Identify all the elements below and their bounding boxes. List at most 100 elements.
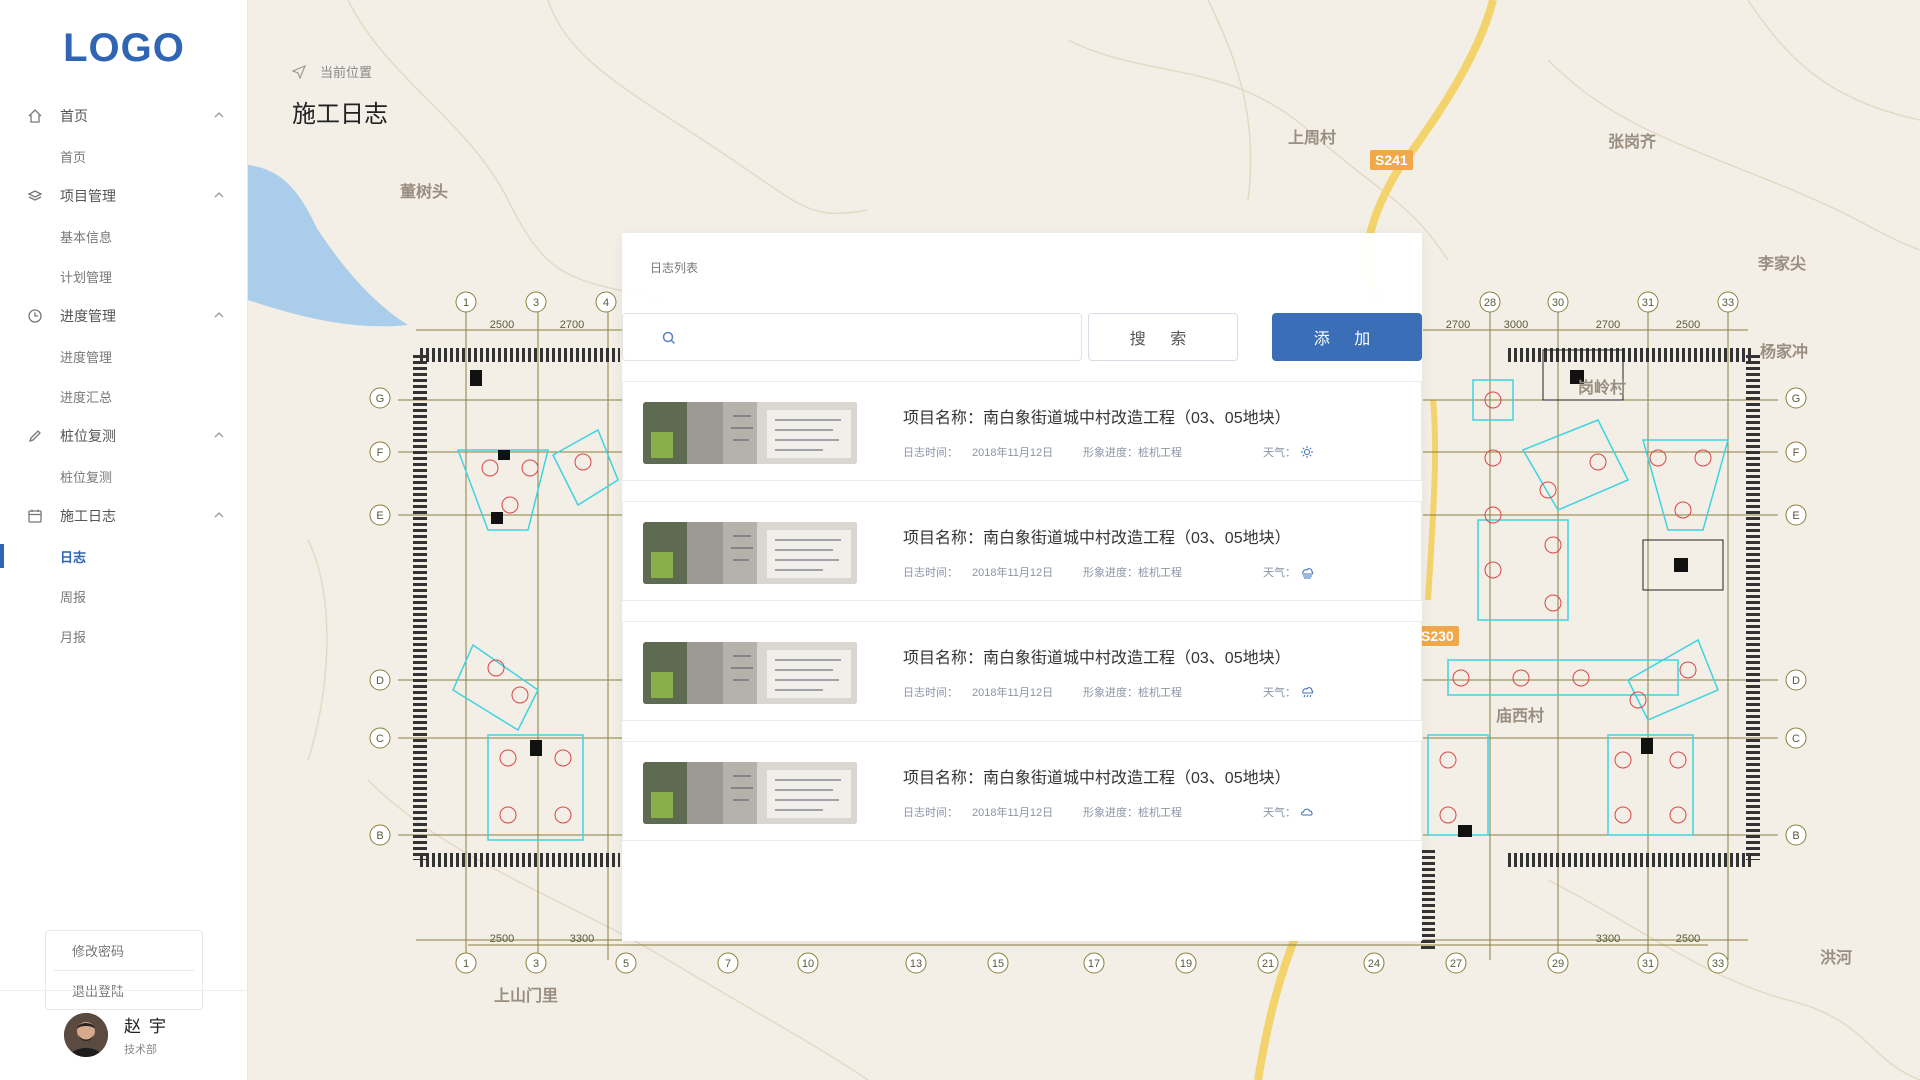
chevron-up-icon: [214, 312, 224, 318]
log-progress-label: 形象进度：: [1083, 687, 1138, 699]
change-password-link[interactable]: 修改密码: [46, 931, 202, 970]
log-time-value: 2018年11月12日: [972, 687, 1054, 699]
sidebar-item-weekly[interactable]: 周报: [0, 576, 248, 616]
log-progress-value: 桩机工程: [1138, 687, 1182, 699]
log-weather-label: 天气：: [1263, 447, 1296, 459]
svg-text:3: 3: [533, 297, 539, 309]
log-progress-label: 形象进度：: [1083, 447, 1138, 459]
sidebar-item-progress[interactable]: 进度管理: [0, 336, 248, 376]
menu-head-progress[interactable]: 进度管理: [0, 296, 248, 336]
rain-icon: [1300, 685, 1314, 702]
log-time: 日志时间： 2018年11月12日: [903, 444, 1053, 460]
user-profile[interactable]: 赵宇 技术部: [64, 1012, 174, 1057]
svg-text:28: 28: [1484, 297, 1496, 309]
sidebar-item-home[interactable]: 首页: [0, 136, 248, 176]
home-icon: [26, 107, 44, 125]
svg-text:21: 21: [1262, 958, 1274, 970]
search-input[interactable]: [683, 324, 1067, 354]
svg-text:30: 30: [1552, 297, 1564, 309]
log-progress-value: 桩机工程: [1138, 567, 1182, 579]
svg-text:13: 13: [910, 958, 922, 970]
chevron-up-icon: [214, 192, 224, 198]
log-card[interactable]: 项目名称：南白象街道城中村改造工程（03、05地块） 日志时间： 2018年11月…: [622, 501, 1422, 601]
menu-group-progress: 进度管理 进度管理 进度汇总: [0, 296, 248, 416]
log-card[interactable]: 项目名称：南白象街道城中村改造工程（03、05地块） 日志时间： 2018年11月…: [622, 621, 1422, 721]
log-card[interactable]: 项目名称：南白象街道城中村改造工程（03、05地块） 日志时间： 2018年11月…: [622, 381, 1422, 481]
log-weather-label: 天气：: [1263, 687, 1296, 699]
sidebar-item-daily-log[interactable]: 日志: [0, 536, 248, 576]
map-place-label: 李家尖: [1758, 256, 1807, 273]
menu-head-label: 施工日志: [60, 508, 116, 524]
log-project-name: 项目名称：南白象街道城中村改造工程（03、05地块）: [903, 650, 1291, 667]
log-card[interactable]: 项目名称：南白象街道城中村改造工程（03、05地块） 日志时间： 2018年11月…: [622, 741, 1422, 841]
svg-text:D: D: [376, 675, 384, 687]
menu-head-label: 桩位复测: [60, 428, 116, 444]
search-box[interactable]: [622, 313, 1082, 361]
svg-text:2700: 2700: [560, 319, 584, 331]
svg-text:1: 1: [463, 958, 469, 970]
svg-text:31: 31: [1642, 297, 1654, 309]
svg-text:E: E: [1792, 510, 1799, 522]
svg-text:29: 29: [1552, 958, 1564, 970]
sidebar-item-basic-info[interactable]: 基本信息: [0, 216, 248, 256]
account-menu: 修改密码 退出登陆: [45, 930, 203, 1010]
menu-head-pile[interactable]: 桩位复测: [0, 416, 248, 456]
svg-text:2700: 2700: [1596, 319, 1620, 331]
sidebar-item-monthly[interactable]: 月报: [0, 616, 248, 656]
log-progress: 形象进度：桩机工程: [1083, 444, 1182, 460]
breadcrumb-label: 当前位置: [320, 65, 373, 80]
svg-text:F: F: [1793, 447, 1800, 459]
log-thumbnail: [643, 402, 857, 464]
log-progress-label: 形象进度：: [1083, 807, 1138, 819]
sidebar-item-plan[interactable]: 计划管理: [0, 256, 248, 296]
log-thumbnail: [643, 522, 857, 584]
svg-text:2500: 2500: [490, 933, 514, 945]
svg-text:D: D: [1792, 675, 1800, 687]
layers-icon: [26, 187, 44, 205]
log-time-label: 日志时间：: [903, 687, 958, 699]
search-icon: [662, 331, 676, 345]
svg-text:3000: 3000: [1504, 319, 1528, 331]
log-project-name: 项目名称：南白象街道城中村改造工程（03、05地块）: [903, 410, 1291, 427]
menu-group-project: 项目管理 基本信息 计划管理: [0, 176, 248, 296]
svg-text:33: 33: [1712, 958, 1724, 970]
cloud-icon: [1300, 805, 1314, 822]
log-time-value: 2018年11月12日: [972, 807, 1054, 819]
cloudy-sun-icon: [1300, 565, 1314, 582]
log-time-value: 2018年11月12日: [972, 567, 1054, 579]
user-name: 赵宇: [124, 1017, 174, 1036]
svg-text:17: 17: [1088, 958, 1100, 970]
search-button[interactable]: 搜 索: [1088, 313, 1238, 361]
menu-head-log[interactable]: 施工日志: [0, 496, 248, 536]
log-thumbnail: [643, 642, 857, 704]
svg-text:27: 27: [1450, 958, 1462, 970]
svg-text:2500: 2500: [1676, 319, 1700, 331]
map-place-label: 庙西村: [1496, 708, 1545, 725]
map-place-label: 杨家冲: [1760, 344, 1809, 361]
add-button[interactable]: 添 加: [1272, 313, 1422, 361]
log-thumbnail: [643, 762, 857, 824]
menu-head-home[interactable]: 首页: [0, 96, 248, 136]
user-dept: 技术部: [124, 1044, 157, 1056]
svg-text:C: C: [1792, 733, 1800, 745]
menu-head-label: 进度管理: [60, 308, 116, 324]
logo: LOGO: [63, 26, 185, 70]
svg-text:2500: 2500: [490, 319, 514, 331]
menu-group-log: 施工日志 日志 周报 月报: [0, 496, 248, 656]
map-place-label: 张岗齐: [1608, 134, 1657, 151]
calendar-icon: [26, 507, 44, 525]
clock-icon: [26, 307, 44, 325]
svg-text:3300: 3300: [1596, 933, 1620, 945]
menu-group-home: 首页 首页: [0, 96, 248, 176]
menu-head-label: 首页: [60, 108, 88, 124]
road-shield: S230: [1416, 626, 1459, 646]
sidebar-item-pile-check[interactable]: 桩位复测: [0, 456, 248, 496]
divider: [0, 990, 248, 991]
svg-text:19: 19: [1180, 958, 1192, 970]
navigation-icon: [292, 64, 306, 79]
log-weather: 天气：: [1263, 444, 1314, 462]
menu-head-project[interactable]: 项目管理: [0, 176, 248, 216]
sidebar-item-progress-summary[interactable]: 进度汇总: [0, 376, 248, 416]
map-place-label: 上山门里: [494, 988, 559, 1005]
svg-text:G: G: [1792, 393, 1801, 405]
